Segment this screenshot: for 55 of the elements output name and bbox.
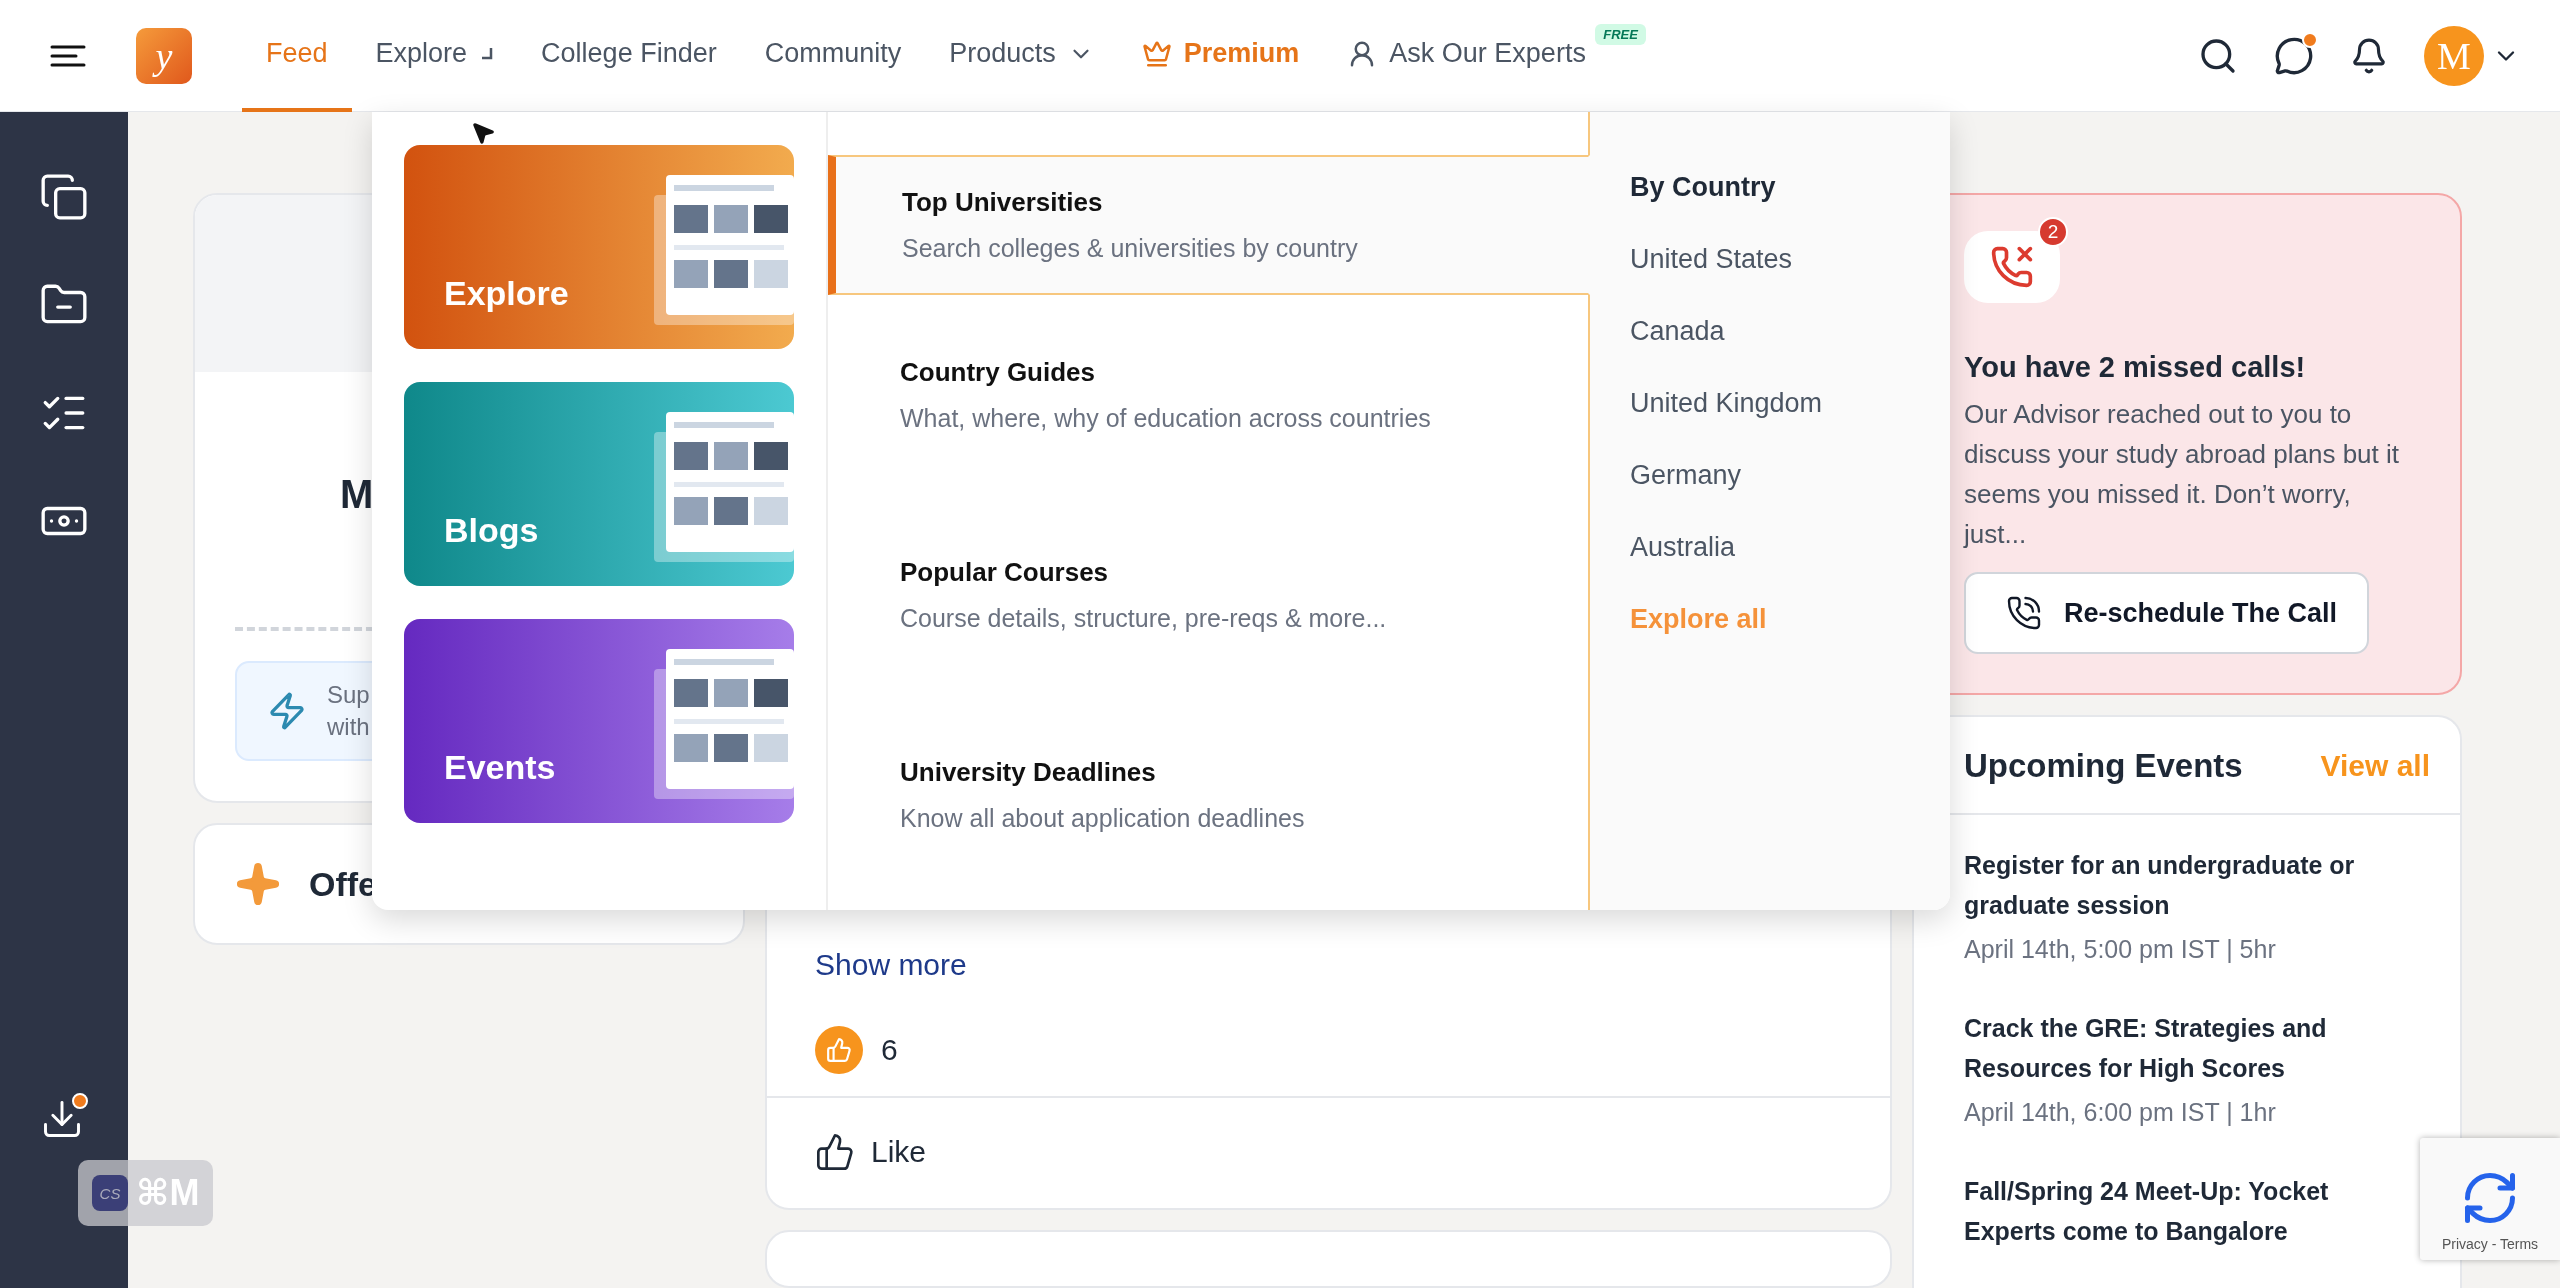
promo-card[interactable]: Explore xyxy=(404,145,794,349)
menu-item-description: Know all about application deadlines xyxy=(900,804,1306,833)
reschedule-button[interactable]: Re-schedule The Call xyxy=(1964,572,2369,654)
lightning-icon xyxy=(267,691,307,731)
nav-link[interactable]: Ask Our Experts FREE xyxy=(1323,0,1646,112)
country-link[interactable]: United States xyxy=(1630,244,1793,275)
menu-icon[interactable] xyxy=(50,44,86,67)
missed-call-icon xyxy=(1990,245,2034,289)
menu-item-description: Search colleges & universities by country xyxy=(902,234,1359,263)
event-title[interactable]: Register for an undergraduate or graduate session xyxy=(1964,845,2400,925)
recaptcha-links[interactable]: Privacy - Terms xyxy=(2441,1236,2539,1252)
promo-card[interactable]: Events xyxy=(404,619,794,823)
menu-item-title: Popular Courses xyxy=(900,557,1110,588)
nav-link[interactable]: Community xyxy=(740,0,926,112)
promo-card[interactable]: Blogs xyxy=(404,382,794,586)
cs-badge: CS xyxy=(92,1175,128,1211)
country-link[interactable]: Australia xyxy=(1630,532,1736,563)
like-count: 6 xyxy=(881,1033,898,1068)
loading-icon xyxy=(479,46,494,61)
menu-item-title: Country Guides xyxy=(900,357,1096,388)
country-heading[interactable]: By Country xyxy=(1630,172,1776,203)
nav-link[interactable]: Explore xyxy=(351,0,518,112)
event-time: April 14th, 6:00 pm IST | 1hr xyxy=(1964,1098,2277,1127)
offer-label: Offe xyxy=(309,864,377,904)
missed-calls-title: You have 2 missed calls! xyxy=(1964,351,2307,384)
like-button[interactable]: Like xyxy=(767,1098,975,1209)
menu-item-description: What, where, why of education across countries xyxy=(900,404,1432,433)
chat-icon[interactable] xyxy=(2274,35,2314,76)
menu-item-title: Top Universities xyxy=(902,187,1104,218)
nav-link[interactable]: Products xyxy=(925,0,1118,112)
show-more-link[interactable]: Show more xyxy=(815,948,967,983)
country-link[interactable]: Canada xyxy=(1630,316,1725,347)
event-title[interactable]: Fall/Spring 24 Meet-Up: Yocket Experts come to Bangalore xyxy=(1964,1171,2400,1251)
promo-text: with xyxy=(327,712,370,742)
menu-item[interactable]: Top Universities Search colleges & universities by country xyxy=(828,155,1590,295)
event-title[interactable]: Crack the GRE: Strategies and Resources for High Scores xyxy=(1964,1008,2400,1088)
cursor-icon xyxy=(470,120,496,146)
phone-icon xyxy=(2006,595,2042,631)
promo-text: Sup xyxy=(327,680,370,710)
menu-item-title: University Deadlines xyxy=(900,757,1157,788)
menu-item-description: Course details, structure, pre-reqs & more... xyxy=(900,604,1388,633)
missed-calls-text: Our Advisor reached out to you to discuss your study abroad plans but it seems you missed it. Don’t worry, just... xyxy=(1964,398,2401,551)
count-badge: 2 xyxy=(2038,217,2068,247)
country-link[interactable]: Germany xyxy=(1630,460,1742,491)
events-title: Upcoming Events xyxy=(1964,747,2243,785)
bell-icon[interactable] xyxy=(2350,36,2388,75)
country-link[interactable]: United Kingdom xyxy=(1630,388,1823,419)
nav-link[interactable]: College Finder xyxy=(517,0,741,112)
free-badge: FREE xyxy=(1595,23,1646,45)
event-time: April 14th, 5:00 pm IST | 5hr xyxy=(1964,935,2277,964)
profile-name: M xyxy=(340,472,374,517)
like-count-icon xyxy=(815,1026,863,1075)
files-icon[interactable] xyxy=(39,172,89,222)
thumbs-up-icon xyxy=(815,1132,855,1173)
sparkle-icon xyxy=(235,861,281,907)
